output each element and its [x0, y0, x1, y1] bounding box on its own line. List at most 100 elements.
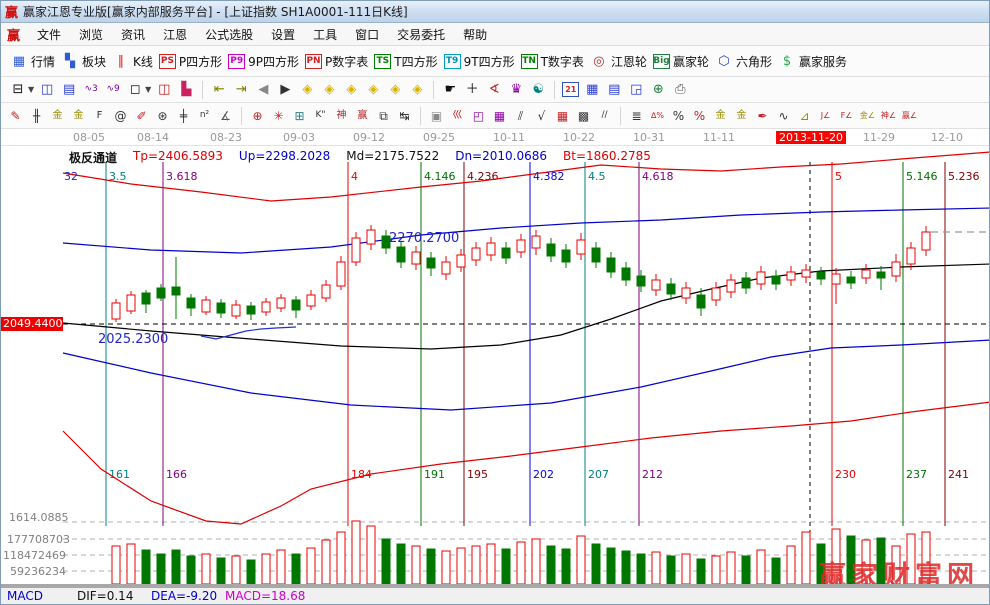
volume-profile-button[interactable]: ▙: [177, 81, 195, 99]
fan-box-button[interactable]: ◰: [470, 107, 487, 125]
winner-service-button[interactable]: $赢家服务: [778, 52, 847, 70]
draw-pen-button[interactable]: ✎: [7, 107, 24, 125]
grid-black-button[interactable]: ▩: [575, 107, 592, 125]
n-squared-button[interactable]: n²: [196, 107, 213, 125]
compass-circle-button[interactable]: ⊛: [154, 107, 171, 125]
menu-item-1[interactable]: 浏览: [70, 23, 112, 46]
channel-tp-value: Tp=2406.5893: [133, 149, 223, 166]
menu-item-7[interactable]: 窗口: [346, 23, 388, 46]
spiral-button[interactable]: @: [112, 107, 129, 125]
brain-analysis-button[interactable]: ☯: [529, 81, 547, 99]
menu-item-8[interactable]: 交易委托: [388, 23, 454, 46]
frame-tool-button[interactable]: ▣: [428, 107, 445, 125]
go-first-button[interactable]: ⇤: [210, 81, 228, 99]
pen-target-button[interactable]: ✐: [133, 107, 150, 125]
volume-bar: [292, 554, 300, 584]
scale-tool-button[interactable]: ≣: [628, 107, 645, 125]
percent-line-button[interactable]: %: [691, 107, 708, 125]
gold-angle-button[interactable]: 金∠: [859, 107, 876, 125]
gann-wheel-button[interactable]: ◎江恩轮: [590, 52, 647, 70]
flag-pen-button[interactable]: ✒: [754, 107, 771, 125]
gold-circle-button[interactable]: 金: [712, 107, 729, 125]
target-grid-button[interactable]: ⊞: [291, 107, 308, 125]
grid-red-button[interactable]: ▦: [554, 107, 571, 125]
ruler2-button[interactable]: ╪: [175, 107, 192, 125]
next-bar-button[interactable]: ▶: [276, 81, 294, 99]
j-angle-button[interactable]: J∠: [817, 107, 834, 125]
fan-red-button[interactable]: 巛: [449, 107, 466, 125]
percent-triangle-icon: ∆%: [649, 107, 666, 125]
gold-diag-button[interactable]: ⊿: [796, 107, 813, 125]
god-angle-button[interactable]: 神∠: [880, 107, 897, 125]
grid-123-button[interactable]: ⧉: [375, 107, 392, 125]
percent-button[interactable]: %: [670, 107, 687, 125]
wave-9-button[interactable]: ∿9: [104, 81, 122, 99]
win-grid-button[interactable]: 赢: [354, 107, 371, 125]
market-quotes-button[interactable]: ▦行情: [10, 52, 55, 70]
p9-square-button[interactable]: P99P四方形: [228, 53, 299, 70]
single-candle-dropdown[interactable]: ◻▼: [126, 81, 151, 99]
menu-item-4[interactable]: 公式选股: [196, 23, 262, 46]
angle-tool-button[interactable]: ∡: [217, 107, 234, 125]
compress-all-button[interactable]: ◈: [408, 81, 426, 99]
fan-grid-button[interactable]: ▦: [491, 107, 508, 125]
candle-style-dropdown[interactable]: ⊟▼: [9, 81, 34, 99]
menu-item-6[interactable]: 工具: [304, 23, 346, 46]
menu-item-0[interactable]: 文件: [28, 23, 70, 46]
shift-left-button[interactable]: ◈: [298, 81, 316, 99]
tick-ruler-button[interactable]: ╫: [28, 107, 45, 125]
menu-item-3[interactable]: 江恩: [154, 23, 196, 46]
slant-lines-button[interactable]: ∕∕: [596, 107, 613, 125]
sector-blocks-button[interactable]: ▚板块: [61, 52, 106, 70]
kline-button[interactable]: ∥K线: [112, 52, 153, 70]
gold-gate2-button[interactable]: 金: [70, 107, 87, 125]
prev-bar-button[interactable]: ◀: [254, 81, 272, 99]
menu-item-5[interactable]: 设置: [262, 23, 304, 46]
chart-area[interactable]: 3.51613.61816641844.1461914.2361954.3822…: [1, 146, 990, 584]
t-number-table-button[interactable]: TNT数字表: [521, 53, 584, 70]
target-web-button[interactable]: ✳: [270, 107, 287, 125]
check-line-button[interactable]: √: [533, 107, 550, 125]
k-quote-button[interactable]: K": [312, 107, 329, 125]
compress-horizontal-button[interactable]: ◈: [364, 81, 382, 99]
calendar-button[interactable]: 21: [562, 82, 579, 97]
calculator-button[interactable]: ▦: [583, 81, 601, 99]
target-red-button[interactable]: ⊕: [249, 107, 266, 125]
winner-wheel-button[interactable]: Big赢家轮: [653, 53, 709, 70]
gold-line-button[interactable]: 金: [733, 107, 750, 125]
hand-drag-button[interactable]: ☛: [441, 81, 459, 99]
crosshair-button[interactable]: ＋: [463, 81, 481, 99]
percent-triangle-button[interactable]: ∆%: [649, 107, 666, 125]
god-grid-button[interactable]: 神: [333, 107, 350, 125]
p-number-table-button[interactable]: PNP数字表: [305, 53, 368, 70]
print-button[interactable]: ⎙: [671, 81, 689, 99]
f-angle-button[interactable]: F∠: [838, 107, 855, 125]
gann-magic-button[interactable]: ♛: [507, 81, 525, 99]
save-button[interactable]: ◲: [627, 81, 645, 99]
pattern-red-button[interactable]: ◫: [155, 81, 173, 99]
t-square-button[interactable]: TST四方形: [374, 53, 437, 70]
expand-all-button[interactable]: ◈: [386, 81, 404, 99]
kline-chart-canvas[interactable]: 3.51613.61816641844.1461914.2361954.3822…: [1, 146, 990, 584]
menu-item-2[interactable]: 资讯: [112, 23, 154, 46]
t9-square-button[interactable]: T99T四方形: [444, 53, 515, 70]
p-square-button[interactable]: PSP四方形: [159, 53, 222, 70]
pattern-overlay-button[interactable]: ◫: [38, 81, 56, 99]
analysis-globe-button[interactable]: ⊕: [649, 81, 667, 99]
shift-right-button[interactable]: ◈: [320, 81, 338, 99]
info-panel-button[interactable]: ▤: [60, 81, 78, 99]
candle-body: [247, 306, 255, 314]
go-last-button[interactable]: ⇥: [232, 81, 250, 99]
hexagon-button[interactable]: ⬡六角形: [715, 52, 772, 70]
angle-measure-button[interactable]: ∢: [485, 81, 503, 99]
angle-lines-button[interactable]: ⫽: [512, 107, 529, 125]
gold-gate1-button[interactable]: 金: [49, 107, 66, 125]
f-ruler-button[interactable]: F: [91, 107, 108, 125]
span-arrow-button[interactable]: ↹: [396, 107, 413, 125]
wave-angle-button[interactable]: ∿: [775, 107, 792, 125]
expand-horizontal-button[interactable]: ◈: [342, 81, 360, 99]
menu-item-9[interactable]: 帮助: [454, 23, 496, 46]
notes-button[interactable]: ▤: [605, 81, 623, 99]
wave-3-button[interactable]: ∿3: [82, 81, 100, 99]
win-angle-button[interactable]: 赢∠: [901, 107, 918, 125]
